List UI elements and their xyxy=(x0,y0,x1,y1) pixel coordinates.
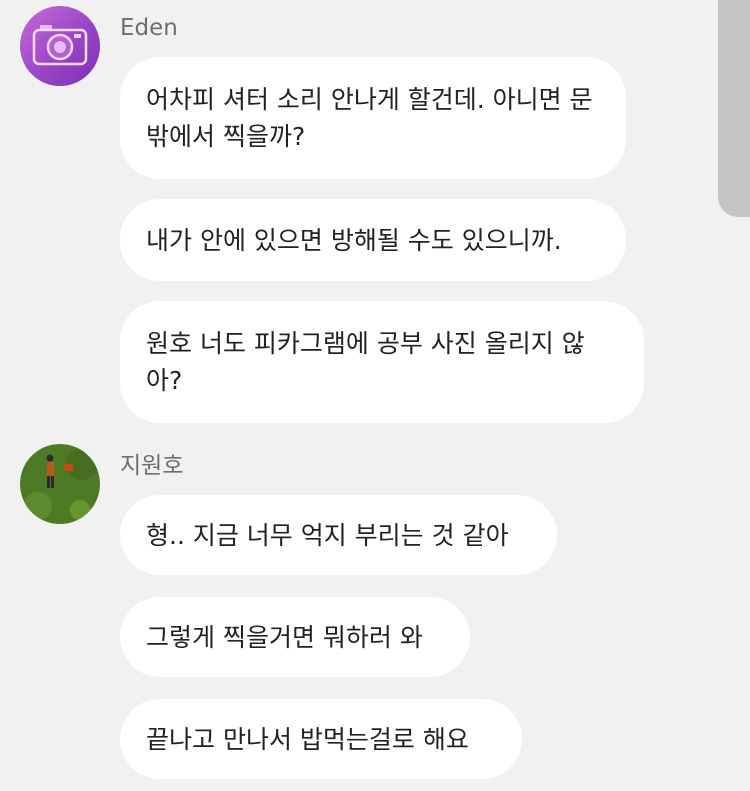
message-text: 내가 안에 있으면 방해될 수도 있으니까. xyxy=(146,225,562,255)
camera-icon xyxy=(20,6,100,86)
message-bubble[interactable]: 내가 안에 있으면 방해될 수도 있으니까. xyxy=(120,199,626,281)
message-text: 어차피 셔터 소리 안나게 할건데. 아니면 문 밖에서 찍을까? xyxy=(146,85,593,151)
message-bubble[interactable]: 형.. 지금 너무 억지 부리는 것 같아 xyxy=(120,495,557,575)
sender-name-eden: Eden xyxy=(120,15,178,41)
message-bubble[interactable]: 원호 너도 피카그램에 공부 사진 올리지 않아? xyxy=(120,301,644,423)
message-text: 끝나고 만나서 밥먹는걸로 해요 xyxy=(146,724,469,754)
message-bubble[interactable]: 끝나고 만나서 밥먹는걸로 해요 xyxy=(120,699,522,779)
person-on-grass-icon xyxy=(20,444,100,524)
message-bubble[interactable]: 어차피 셔터 소리 안나게 할건데. 아니면 문 밖에서 찍을까? xyxy=(120,57,626,179)
sender-name-jiwonho: 지원호 xyxy=(120,453,184,479)
message-text: 그렇게 찍을거면 뭐하러 와 xyxy=(146,622,423,652)
eden-avatar[interactable] xyxy=(20,6,100,86)
message-text: 원호 너도 피카그램에 공부 사진 올리지 않아? xyxy=(146,329,585,395)
scrollbar[interactable] xyxy=(718,0,750,217)
message-text: 형.. 지금 너무 억지 부리는 것 같아 xyxy=(146,520,509,550)
message-bubble[interactable]: 그렇게 찍을거면 뭐하러 와 xyxy=(120,597,470,677)
jiwonho-avatar[interactable] xyxy=(20,444,100,524)
